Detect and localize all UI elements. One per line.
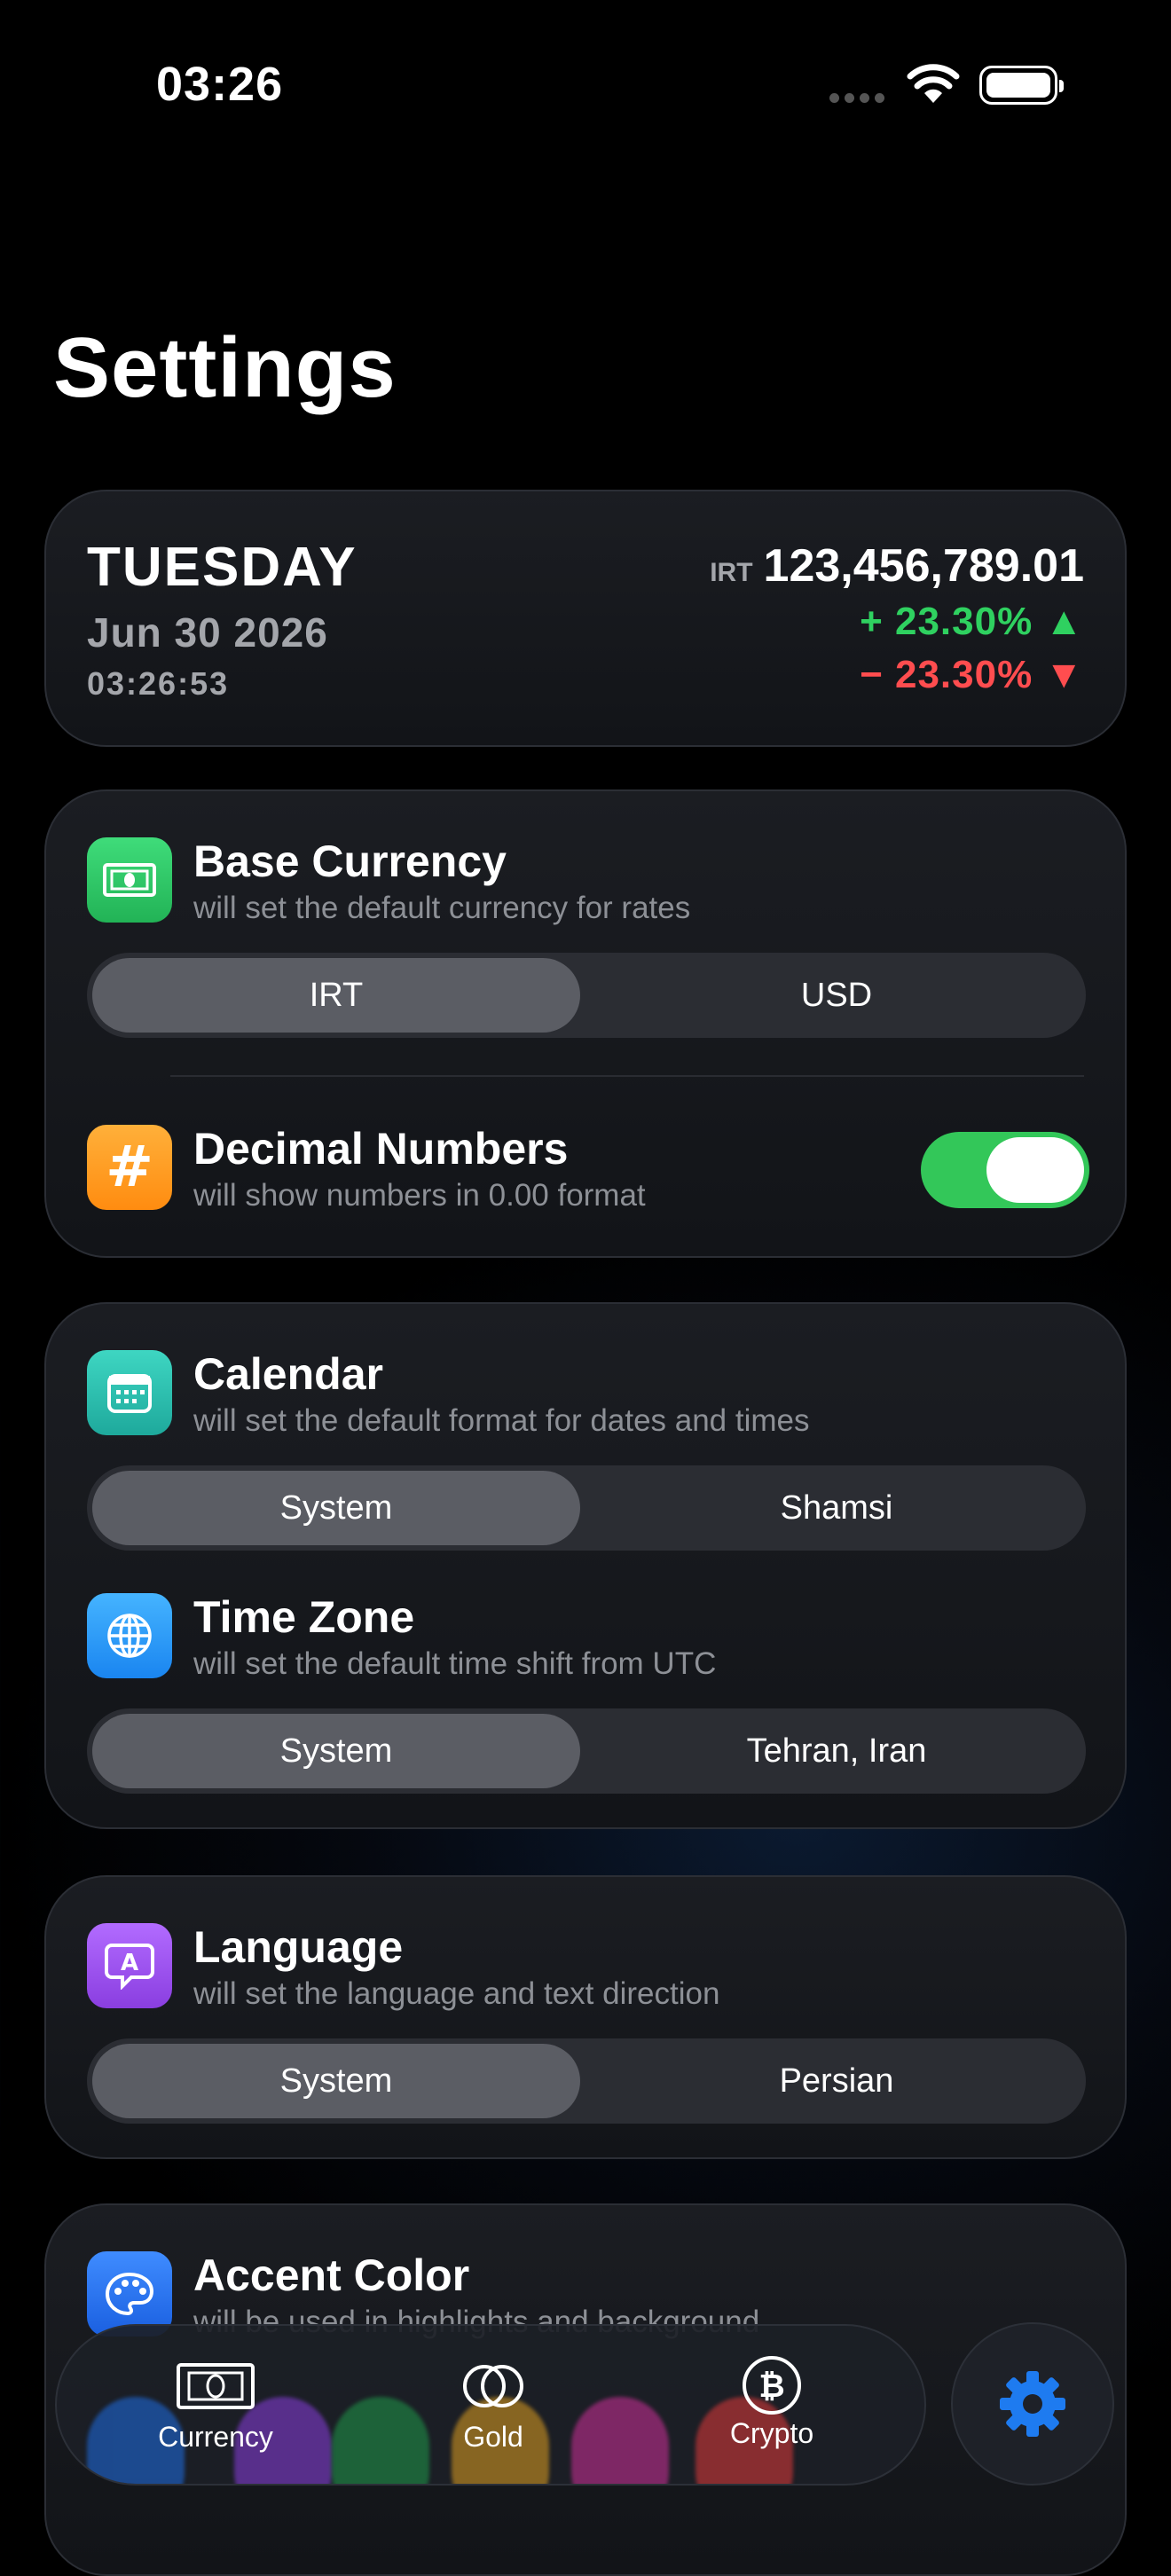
clock-label: 03:26:53 [87, 665, 230, 702]
wifi-icon [907, 64, 960, 103]
accent-color-title: Accent Color [193, 2250, 470, 2300]
language-option-persian[interactable]: Persian [593, 2044, 1081, 2118]
calendar-segmented-control[interactable]: System Shamsi [87, 1465, 1086, 1551]
time-zone-subtitle: will set the default time shift from UTC [193, 1646, 717, 1681]
settings-tab-button[interactable] [951, 2322, 1114, 2486]
accent-swatch-pink[interactable] [571, 2397, 669, 2484]
status-bar: 03:26 [0, 0, 1171, 169]
change-up-value: + 23.30% ▲ [860, 600, 1084, 643]
time-zone-title: Time Zone [193, 1592, 415, 1642]
battery-icon [979, 66, 1064, 105]
date-rate-card: TUESDAY Jun 30 2026 03:26:53 IRT 123,456… [44, 490, 1127, 747]
time-zone-segmented-control[interactable]: System Tehran, Iran [87, 1708, 1086, 1794]
cellular-signal-icon [829, 93, 884, 103]
toggle-knob [986, 1137, 1084, 1203]
language-subtitle: will set the language and text direction [193, 1976, 720, 2011]
decimal-numbers-toggle[interactable] [921, 1132, 1089, 1208]
language-icon: A [87, 1923, 172, 2008]
currency-settings-card: Base Currency will set the default curre… [44, 789, 1127, 1258]
base-currency-segmented-control[interactable]: IRT USD [87, 953, 1086, 1038]
language-segmented-control[interactable]: System Persian [87, 2038, 1086, 2124]
calendar-icon [87, 1350, 172, 1435]
tab-currency-label: Currency [158, 2421, 273, 2453]
time-zone-option-system[interactable]: System [92, 1714, 580, 1788]
page-title: Settings [53, 320, 397, 415]
banknote-icon [177, 2363, 255, 2409]
coins-icon [463, 2365, 523, 2407]
globe-icon [87, 1593, 172, 1678]
tab-bar: Currency Gold ₿ Crypto [55, 2324, 926, 2486]
tab-crypto-label: Crypto [729, 2417, 814, 2449]
calendar-option-shamsi[interactable]: Shamsi [593, 1471, 1081, 1545]
gear-icon [1000, 2371, 1065, 2437]
calendar-option-system[interactable]: System [92, 1471, 580, 1545]
amount-value: 123,456,789.01 [763, 540, 1084, 592]
language-settings-card: A Language will set the language and tex… [44, 1875, 1127, 2159]
banknote-icon [87, 837, 172, 923]
svg-text:A: A [121, 1950, 138, 1976]
language-option-system[interactable]: System [92, 2044, 580, 2118]
accent-swatch-green[interactable] [332, 2397, 429, 2484]
base-currency-subtitle: will set the default currency for rates [193, 891, 691, 925]
decimal-numbers-subtitle: will show numbers in 0.00 format [193, 1178, 646, 1213]
amount-row: IRT 123,456,789.01 [710, 539, 1084, 593]
decimal-numbers-title: Decimal Numbers [193, 1124, 569, 1174]
datetime-settings-card: Calendar will set the default format for… [44, 1302, 1127, 1829]
base-currency-title: Base Currency [193, 836, 507, 886]
calendar-title: Calendar [193, 1349, 383, 1399]
base-currency-option-irt[interactable]: IRT [92, 958, 580, 1033]
time-zone-option-tehran[interactable]: Tehran, Iran [593, 1714, 1081, 1788]
tab-currency[interactable]: Currency [145, 2361, 287, 2454]
tab-gold-label: Gold [463, 2421, 523, 2453]
change-down-value: − 23.30% ▼ [860, 653, 1084, 696]
bitcoin-icon: ₿ [743, 2356, 801, 2415]
divider [170, 1075, 1084, 1077]
currency-code: IRT [710, 558, 753, 587]
hash-icon: # [87, 1125, 172, 1210]
base-currency-option-usd[interactable]: USD [593, 958, 1081, 1033]
svg-text:₿: ₿ [758, 2368, 784, 2405]
status-time: 03:26 [156, 58, 284, 111]
calendar-subtitle: will set the default format for dates an… [193, 1403, 810, 1438]
weekday-label: TUESDAY [87, 537, 358, 598]
language-title: Language [193, 1922, 404, 1972]
date-label: Jun 30 2026 [87, 609, 328, 656]
tab-crypto[interactable]: ₿ Crypto [701, 2356, 843, 2450]
tab-gold[interactable]: Gold [422, 2361, 564, 2454]
